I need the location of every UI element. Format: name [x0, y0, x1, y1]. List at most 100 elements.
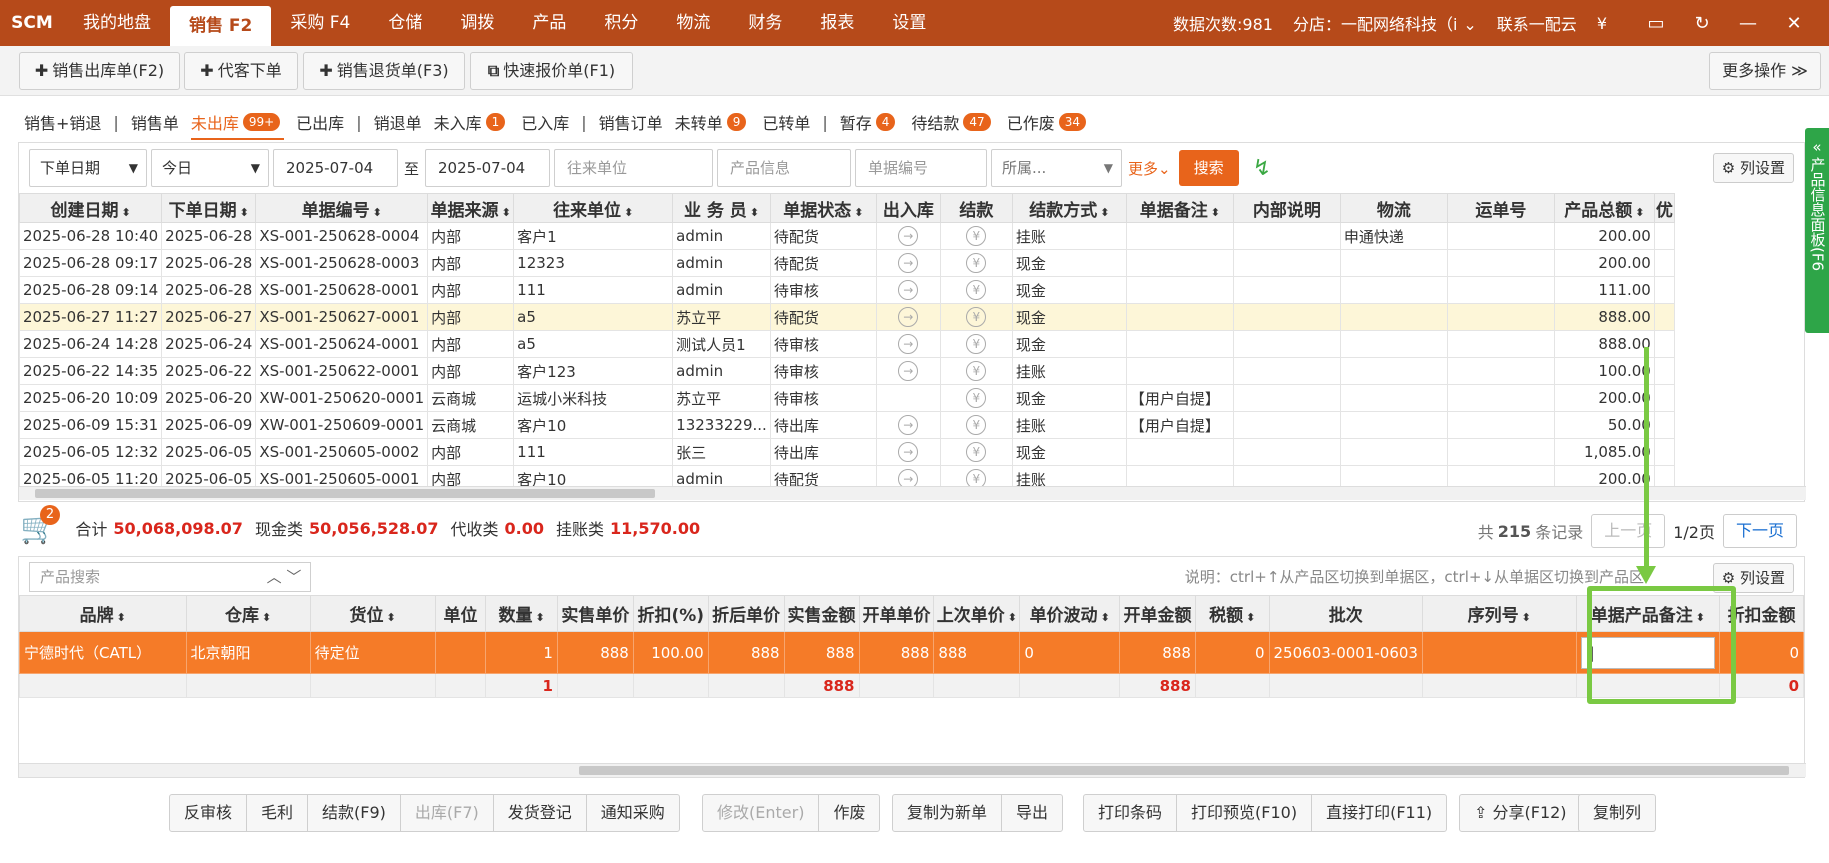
- column-header[interactable]: 创建日期 ⬍: [18, 193, 163, 223]
- nav-reports[interactable]: 报表: [801, 0, 873, 46]
- product-column-header[interactable]: 单价波动 ⬍: [1019, 595, 1121, 632]
- product-cell[interactable]: 888: [783, 631, 860, 674]
- sort-icon[interactable]: ⬍: [750, 206, 759, 219]
- sort-icon[interactable]: ⬍: [502, 206, 511, 219]
- export-button[interactable]: 导出: [1002, 795, 1062, 831]
- column-header[interactable]: 业 务 员 ⬍: [672, 193, 771, 223]
- direct-print-button[interactable]: 直接打印(F11): [1312, 795, 1446, 831]
- contact-link[interactable]: 联系一配云: [1497, 11, 1577, 35]
- tab-draft[interactable]: 暂存 4: [840, 110, 900, 134]
- tab-not-received[interactable]: 未入库 1: [434, 110, 510, 134]
- arrow-right-icon[interactable]: →: [898, 361, 919, 381]
- sort-icon[interactable]: ⬍: [624, 206, 633, 219]
- sort-icon[interactable]: ⬍: [1100, 206, 1109, 219]
- notify-purchase-button[interactable]: 通知采购: [587, 795, 679, 831]
- column-header[interactable]: 单据来源 ⬍: [427, 193, 515, 223]
- table-row[interactable]: 2025-06-09 15:31 2025-06-09 XW-001-250609-…: [18, 411, 1675, 439]
- minimize-icon[interactable]: —: [1737, 13, 1759, 34]
- column-header[interactable]: 内部说明: [1232, 193, 1341, 223]
- nav-points[interactable]: 积分: [585, 0, 657, 46]
- yen-icon[interactable]: ¥: [966, 226, 987, 246]
- table-row[interactable]: 2025-06-05 12:32 2025-06-05 XS-001-250605-…: [18, 438, 1675, 466]
- table-row[interactable]: 2025-06-28 10:40 2025-06-28 XS-001-250628-…: [18, 222, 1675, 250]
- sort-icon[interactable]: ⬍: [1211, 206, 1220, 219]
- tab-converted[interactable]: 已转单: [762, 110, 810, 134]
- column-header[interactable]: 产品总额 ⬍: [1553, 193, 1655, 223]
- sales-outbound-button[interactable]: ✚ 销售出库单(F2): [19, 52, 180, 90]
- gross-profit-button[interactable]: 毛利: [247, 795, 309, 831]
- column-header[interactable]: 往来单位 ⬍: [513, 193, 674, 223]
- product-column-header[interactable]: 单位: [434, 595, 487, 632]
- prev-page-button[interactable]: 上一页: [1591, 514, 1666, 548]
- tab-shipped[interactable]: 已出库: [296, 110, 344, 134]
- tab-sales-orders[interactable]: 销售单: [131, 110, 179, 134]
- yen-icon[interactable]: ¥: [966, 388, 987, 408]
- tab-voided[interactable]: 已作废 34: [1007, 110, 1090, 134]
- nav-product[interactable]: 产品: [513, 0, 585, 46]
- sort-icon[interactable]: ⬍: [121, 206, 130, 219]
- product-cell[interactable]: 888: [858, 631, 935, 674]
- product-cell[interactable]: 888: [556, 631, 634, 674]
- void-button[interactable]: 作废: [819, 795, 879, 831]
- arrow-right-icon[interactable]: →: [898, 226, 919, 246]
- product-column-header[interactable]: 开单单价: [858, 595, 935, 632]
- column-header[interactable]: 结款方式 ⬍: [1011, 193, 1127, 223]
- nav-settings[interactable]: 设置: [873, 0, 945, 46]
- search-button[interactable]: 搜索: [1178, 150, 1239, 186]
- product-column-header[interactable]: 实售金额: [783, 595, 860, 632]
- close-icon[interactable]: ✕: [1783, 13, 1805, 34]
- column-header[interactable]: 单据状态 ⬍: [769, 193, 877, 223]
- products-horizontal-scrollbar[interactable]: [19, 763, 1806, 777]
- table-row[interactable]: 2025-06-24 14:28 2025-06-24 XS-001-250624-…: [18, 330, 1675, 358]
- column-header[interactable]: 物流: [1339, 193, 1448, 223]
- quick-quote-button[interactable]: ⧉ 快速报价单(F1): [470, 52, 633, 90]
- arrow-right-icon[interactable]: →: [898, 280, 919, 300]
- column-header[interactable]: 优: [1653, 193, 1675, 223]
- product-column-header[interactable]: 数量 ⬍: [485, 595, 558, 632]
- refresh-icon[interactable]: ↻: [1691, 13, 1713, 34]
- nav-storage[interactable]: 仓储: [369, 0, 441, 46]
- product-column-header[interactable]: 折扣(%): [632, 595, 709, 632]
- belong-select[interactable]: 所属... ▼: [991, 149, 1123, 187]
- table-row[interactable]: 2025-06-27 11:27 2025-06-27 XS-001-250627-…: [18, 303, 1675, 331]
- more-filters-link[interactable]: 更多⌄: [1128, 158, 1171, 179]
- product-column-header[interactable]: 货位 ⬍: [309, 595, 436, 632]
- sort-icon[interactable]: ⬍: [536, 611, 545, 624]
- yen-icon[interactable]: ¥: [966, 253, 987, 273]
- sort-icon[interactable]: ⬍: [240, 206, 249, 219]
- doc-number-input[interactable]: 单据编号: [855, 149, 988, 187]
- sales-return-button[interactable]: ✚ 销售退货单(F3): [303, 52, 465, 90]
- more-actions-button[interactable]: 更多操作 ≫: [1709, 52, 1821, 90]
- yen-icon[interactable]: ¥: [966, 307, 987, 327]
- product-cell[interactable]: 888: [1119, 631, 1196, 674]
- product-column-header[interactable]: 实售单价: [556, 595, 634, 632]
- nav-transfer[interactable]: 调拨: [441, 0, 513, 46]
- copy-column-button[interactable]: 复制列: [1579, 795, 1655, 831]
- arrow-right-icon[interactable]: →: [898, 442, 919, 462]
- product-cell[interactable]: 0: [1019, 631, 1121, 674]
- table-row[interactable]: 2025-06-22 14:35 2025-06-22 XS-001-250622-…: [18, 357, 1675, 385]
- tab-sales-order-list[interactable]: 销售订单: [599, 110, 663, 134]
- copy-as-new-button[interactable]: 复制为新单: [893, 795, 1003, 831]
- edit-button[interactable]: 修改(Enter): [703, 795, 820, 831]
- product-column-header[interactable]: 序列号 ⬍: [1421, 595, 1577, 632]
- column-header[interactable]: 运单号: [1446, 193, 1555, 223]
- arrow-right-icon[interactable]: →: [898, 307, 919, 327]
- sort-icon[interactable]: ⬍: [1635, 206, 1644, 219]
- period-select[interactable]: 今日 ▼: [151, 149, 269, 187]
- sort-icon[interactable]: ⬍: [117, 611, 126, 624]
- product-info-input[interactable]: 产品信息: [717, 149, 852, 187]
- date-type-select[interactable]: 下单日期 ▼: [29, 149, 147, 187]
- share-button[interactable]: ⇪ 分享(F12): [1460, 795, 1581, 831]
- sort-icon[interactable]: ⬍: [373, 206, 382, 219]
- chevron-up-down-icon[interactable]: ︿ ﹀: [257, 562, 311, 592]
- table-row[interactable]: 2025-06-28 09:17 2025-06-28 XS-001-250628-…: [18, 249, 1675, 277]
- sort-icon[interactable]: ⬍: [1522, 611, 1531, 624]
- tab-returns[interactable]: 销退单: [374, 110, 422, 134]
- next-page-button[interactable]: 下一页: [1722, 514, 1797, 548]
- yen-icon[interactable]: ¥: [966, 280, 987, 300]
- table-row[interactable]: 2025-06-28 09:14 2025-06-28 XS-001-250628-…: [18, 276, 1675, 304]
- product-column-header[interactable]: 品牌 ⬍: [19, 595, 187, 632]
- nav-sales[interactable]: 销售 F2: [170, 6, 272, 46]
- tab-not-shipped[interactable]: 未出库 99+: [190, 110, 285, 140]
